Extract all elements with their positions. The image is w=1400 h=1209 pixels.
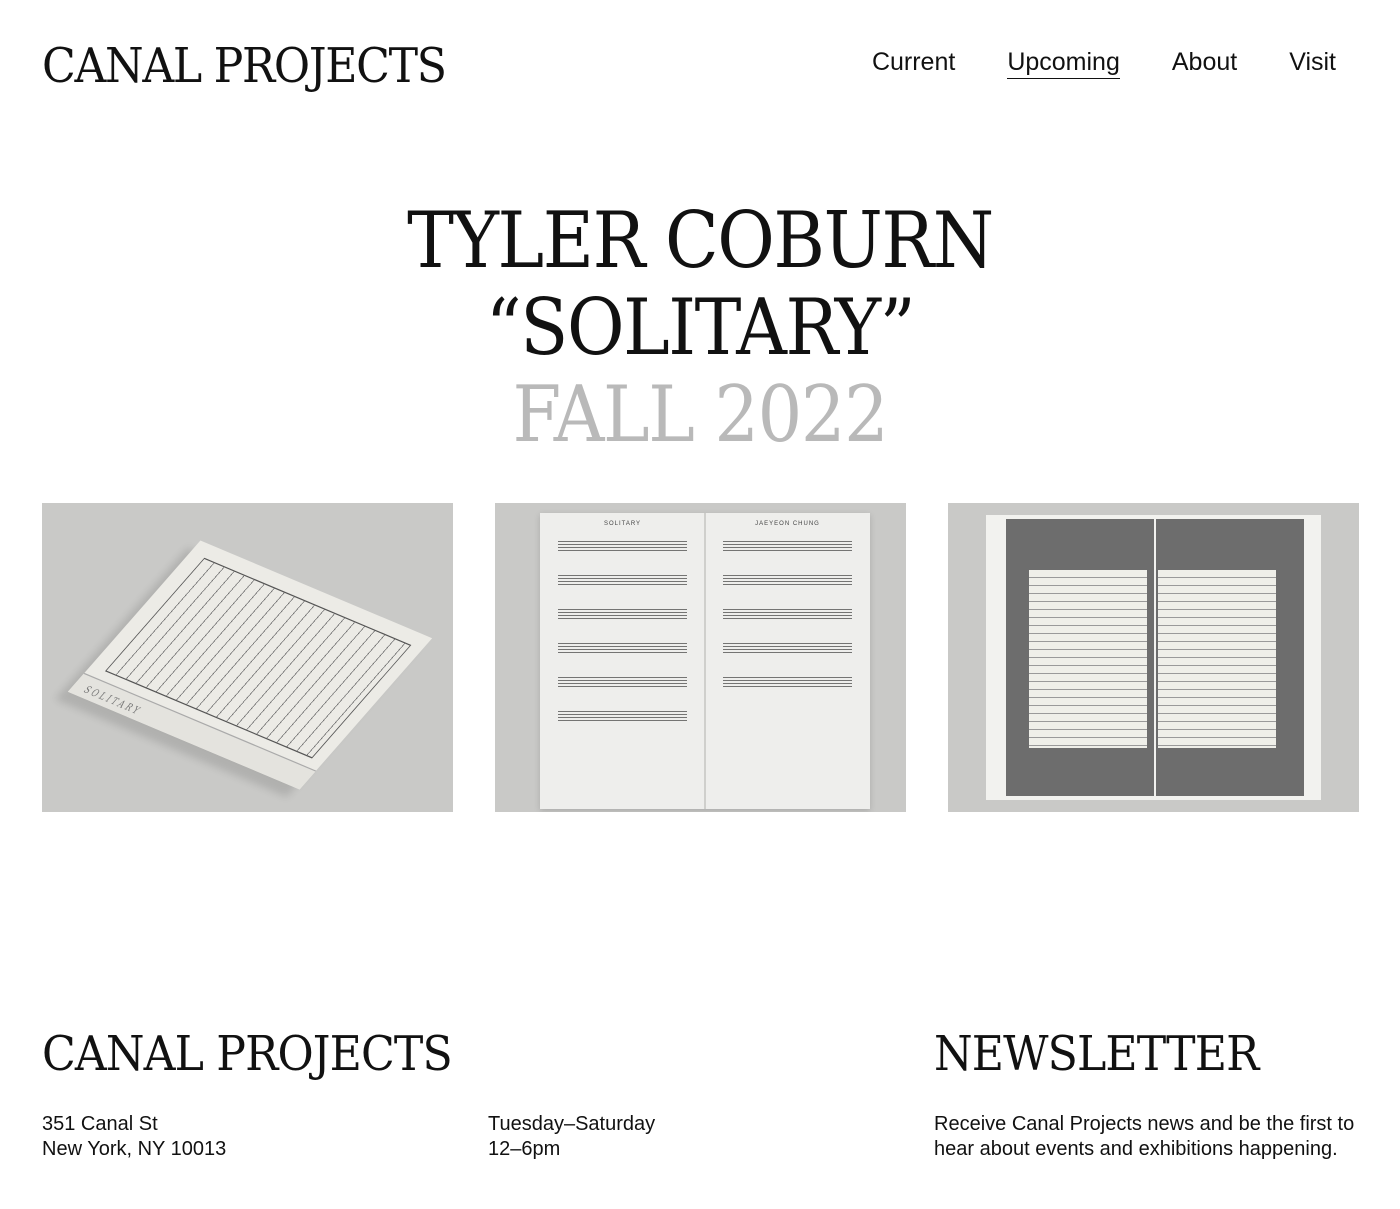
main-nav: Current Upcoming About Visit: [872, 34, 1336, 79]
nav-upcoming[interactable]: Upcoming: [1007, 46, 1120, 79]
newsletter-text: Receive Canal Projects news and be the f…: [934, 1113, 1355, 1160]
score-right-heading: JAEYEON CHUNG: [755, 521, 820, 527]
footer-logo: CANAL PROJECTS: [42, 1026, 453, 1082]
photo-boxed-book[interactable]: SOLITARY: [42, 503, 453, 812]
newsletter-title: NEWSLETTER: [934, 1026, 1259, 1082]
exhibition-hero: TYLER COBURN “SOLITARY” FALL 2022: [0, 198, 1400, 459]
footer-address: 351 Canal St New York, NY 10013: [42, 1113, 227, 1160]
book-box-image: SOLITARY: [67, 540, 433, 790]
photo-open-score-book[interactable]: SOLITARY JAEYEON CHUNG: [495, 503, 906, 812]
notebook-image: [986, 515, 1321, 800]
site-logo[interactable]: CANAL PROJECTS: [42, 34, 447, 98]
handwritten-page-left: [1029, 570, 1147, 748]
score-left-heading: SOLITARY: [603, 521, 642, 527]
nav-current[interactable]: Current: [872, 46, 955, 79]
exhibition-gallery: SOLITARY SOLITARY JAEYEON CHUNG: [42, 503, 1359, 812]
exhibition-title: “SOLITARY”: [485, 283, 916, 373]
artist-name: TYLER COBURN: [407, 196, 994, 286]
handwritten-page-right: [1158, 570, 1276, 748]
score-page-right: JAEYEON CHUNG: [705, 513, 870, 809]
score-book-image: SOLITARY JAEYEON CHUNG: [540, 513, 870, 809]
score-page-left: SOLITARY: [540, 513, 705, 809]
box-spine-label: SOLITARY: [80, 685, 144, 718]
footer-hours: Tuesday–Saturday 12–6pm: [488, 1113, 656, 1160]
site-header: CANAL PROJECTS Current Upcoming About Vi…: [42, 34, 1336, 98]
nav-visit[interactable]: Visit: [1289, 46, 1336, 79]
photo-open-notebook[interactable]: [948, 503, 1359, 812]
exhibition-date: FALL 2022: [512, 370, 889, 460]
nav-about[interactable]: About: [1172, 46, 1237, 79]
